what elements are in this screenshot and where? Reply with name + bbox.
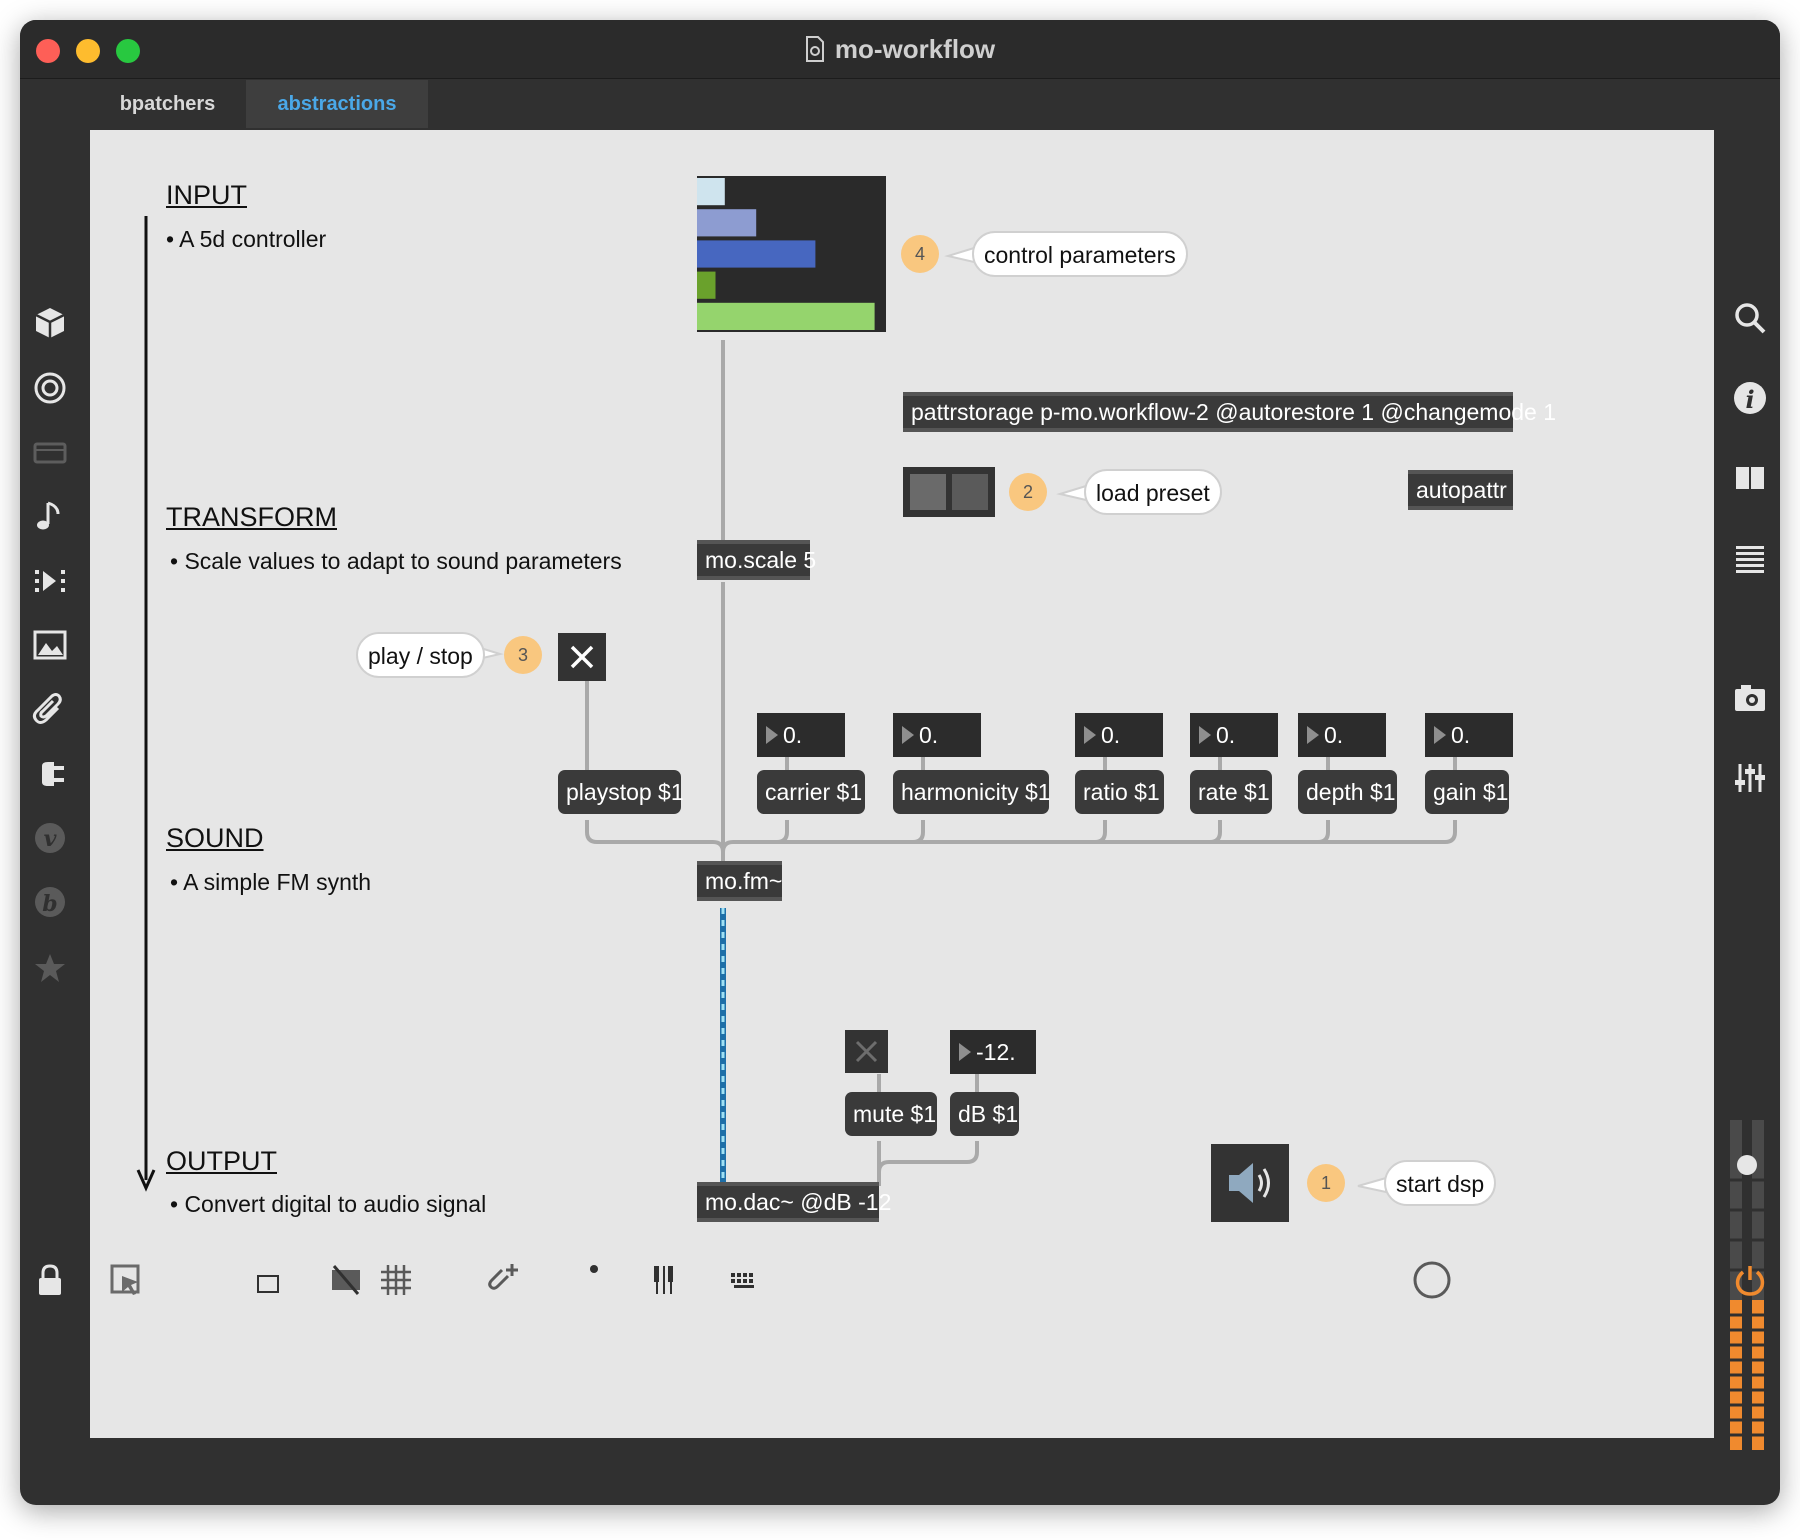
image-icon[interactable] (32, 627, 68, 663)
mo-fm-object[interactable]: mo.fm~ (697, 861, 782, 901)
list-icon[interactable] (1732, 540, 1768, 576)
keyboard-icon[interactable] (726, 1262, 762, 1298)
annotation-start-dsp: start dsp (1384, 1160, 1497, 1206)
preset-slot-2[interactable] (952, 474, 988, 510)
autopattr-object[interactable]: autopattr (1408, 470, 1513, 510)
target-icon[interactable] (32, 370, 68, 406)
rate-message[interactable]: rate $1 (1190, 770, 1272, 814)
mute-toggle[interactable] (845, 1030, 888, 1073)
carrier-number[interactable]: 0. (757, 713, 845, 757)
multislider-bar-1[interactable] (697, 178, 725, 206)
tab-bpatchers[interactable]: bpatchers (90, 80, 245, 128)
output-heading: OUTPUT (166, 1146, 277, 1176)
preset-widget[interactable] (903, 467, 995, 517)
tab-abstractions[interactable]: abstractions (246, 80, 428, 128)
play-icon[interactable] (1412, 1260, 1452, 1300)
title-bar: mo-workflow (20, 20, 1780, 79)
output-note: • Convert digital to audio signal (170, 1191, 487, 1217)
pattrstorage-object[interactable]: pattrstorage p-mo.workflow-2 @autorestor… (903, 392, 1556, 432)
transform-heading: TRANSFORM (166, 502, 337, 532)
multislider-bars (697, 178, 875, 330)
depth-message[interactable]: depth $1 (1298, 770, 1397, 814)
harmonicity-number[interactable]: 0. (893, 713, 981, 757)
music-note-icon[interactable] (32, 498, 68, 534)
annotation-badge-3: 3 (504, 636, 542, 674)
windows-icon[interactable] (246, 1262, 282, 1298)
info-icon[interactable]: i (1732, 380, 1768, 416)
annotation-badge-1: 1 (1307, 1164, 1345, 1202)
annotation-play-stop: play / stop (356, 632, 485, 678)
playstop-message[interactable]: playstop $1 (558, 770, 684, 814)
annotation-load-preset: load preset (1084, 469, 1222, 515)
svg-text:v: v (44, 826, 57, 852)
mixer-icon[interactable] (1732, 760, 1768, 796)
svg-text:b: b (42, 891, 57, 917)
speaker-icon (1229, 1163, 1270, 1203)
split-view-icon[interactable] (1732, 460, 1768, 496)
wrench-icon[interactable] (566, 1262, 602, 1298)
harmonicity-message[interactable]: harmonicity $1 (893, 770, 1051, 814)
add-icon[interactable] (486, 1262, 522, 1298)
mute-x-icon (855, 1040, 878, 1063)
multislider-bar-5[interactable] (697, 302, 875, 330)
app-window: mo-workflow bpatchers abstractions v b i… (20, 20, 1780, 1505)
gain-message[interactable]: gain $1 (1425, 770, 1509, 814)
db-number[interactable]: -12. (950, 1030, 1036, 1074)
grid-icon[interactable] (378, 1262, 414, 1298)
plug-icon[interactable] (32, 756, 68, 792)
annotation-badge-4: 4 (901, 235, 939, 273)
search-icon[interactable] (1732, 300, 1768, 336)
multislider-bar-2[interactable] (697, 209, 757, 237)
media-step-icon[interactable] (32, 563, 68, 599)
ratio-number[interactable]: 0. (1075, 713, 1163, 757)
db-message[interactable]: dB $1 (950, 1092, 1019, 1136)
multislider-bar-3[interactable] (697, 240, 816, 268)
input-note: • A 5d controller (166, 226, 327, 252)
multislider-bar-4[interactable] (697, 271, 716, 299)
paperclip-icon[interactable] (32, 692, 68, 728)
depth-number[interactable]: 0. (1298, 713, 1386, 757)
film-icon[interactable] (32, 435, 68, 471)
b-icon[interactable]: b (32, 884, 68, 920)
star-icon[interactable] (32, 950, 68, 986)
annotation-control-parameters: control parameters (972, 231, 1188, 277)
gain-number[interactable]: 0. (1425, 713, 1513, 757)
mo-dac-object[interactable]: mo.dac~ @dB -12 (697, 1182, 891, 1222)
mo-scale-object[interactable]: mo.scale 5 (697, 540, 816, 580)
camera-icon[interactable] (1732, 680, 1768, 716)
cube-icon[interactable] (32, 305, 68, 341)
multislider[interactable] (697, 176, 886, 332)
carrier-message[interactable]: carrier $1 (757, 770, 865, 814)
piano-icon[interactable] (646, 1262, 682, 1298)
power-icon[interactable] (1732, 1262, 1768, 1298)
grid-off-icon[interactable] (328, 1262, 364, 1298)
lock-icon[interactable] (32, 1262, 68, 1298)
mute-message[interactable]: mute $1 (845, 1092, 937, 1136)
sound-note: • A simple FM synth (170, 869, 372, 895)
preset-slot-1[interactable] (910, 474, 946, 510)
svg-text:i: i (1745, 385, 1754, 414)
window-title-text: mo-workflow (834, 34, 996, 64)
select-icon[interactable] (108, 1262, 144, 1298)
window-title: mo-workflow (20, 34, 1780, 65)
v-icon[interactable]: v (32, 820, 68, 856)
playstop-toggle[interactable] (558, 633, 606, 681)
rate-number[interactable]: 0. (1190, 713, 1278, 757)
ezdac-button[interactable] (1211, 1144, 1289, 1222)
document-icon (805, 36, 824, 62)
annotation-badge-2: 2 (1009, 473, 1047, 511)
toggle-x-icon (570, 645, 594, 669)
ratio-message[interactable]: ratio $1 (1075, 770, 1164, 814)
presentation-icon[interactable] (166, 1262, 202, 1298)
sound-heading: SOUND (166, 823, 264, 853)
patcher-canvas[interactable]: INPUT • A 5d controller TRANSFORM • Scal… (90, 130, 1714, 1438)
transform-note: • Scale values to adapt to sound paramet… (170, 548, 622, 574)
input-heading: INPUT (166, 180, 247, 210)
